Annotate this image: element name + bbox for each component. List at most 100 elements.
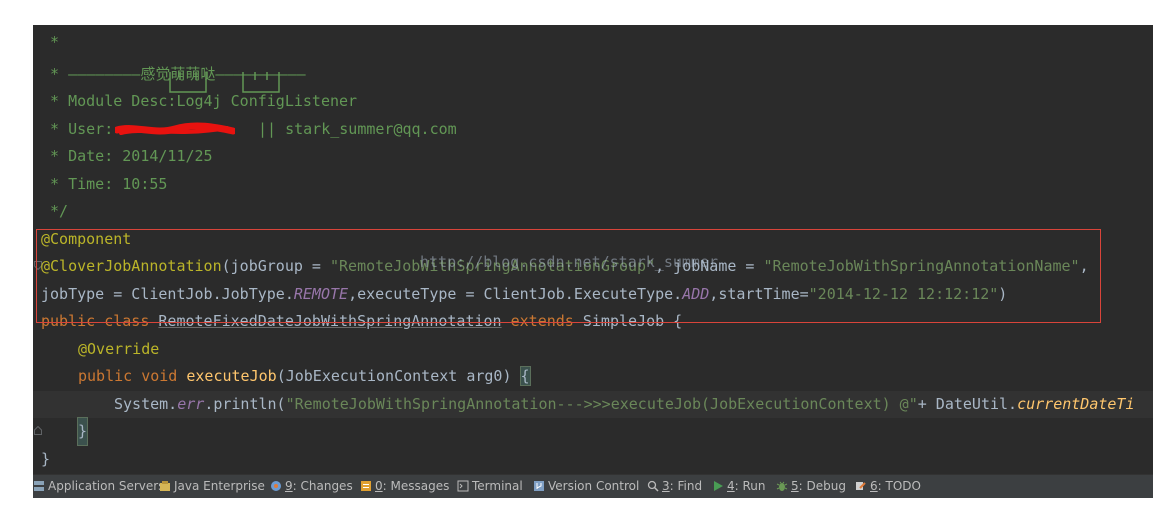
tool-window-run[interactable]: 4: Run [712, 475, 766, 498]
brace: } [41, 450, 51, 468]
comment-text: * ————————感觉萌萌哒—————————— [41, 65, 306, 83]
brace: { [673, 312, 683, 330]
method-name[interactable]: executeJob [186, 367, 276, 385]
tool-window-label: : Changes [292, 479, 353, 493]
code-line: public void executeJob(JobExecutionConte… [33, 363, 1153, 435]
code-line: @Component [33, 226, 1153, 253]
comment-text: * User: [41, 120, 114, 138]
tool-window-bar: Application Servers Java Enterprise 9: C… [33, 474, 1153, 498]
tool-window-version-control[interactable]: Version Control [533, 475, 639, 498]
class-name[interactable]: RemoteFixedDateJobWithSpringAnnotation [158, 312, 501, 330]
keyword: extends [510, 312, 574, 330]
code-line: * Date: 2014/11/25 [33, 143, 1153, 170]
fold-icon[interactable] [34, 372, 42, 435]
tool-window-todo[interactable]: 6: TODO [855, 475, 921, 498]
code-text: .println( [204, 395, 286, 413]
tool-window-label: Terminal [472, 479, 523, 493]
todo-icon [855, 477, 867, 490]
annotation-args-line: jobType = ClientJob.JobType.REMOTE,execu… [41, 281, 1007, 308]
tool-window-terminal[interactable]: Terminal [457, 475, 523, 498]
code-text: , [1079, 257, 1089, 275]
code-text: + DateUtil. [917, 395, 1018, 413]
code-text: (JobExecutionContext arg0) [276, 367, 521, 385]
class-declaration: public class RemoteFixedDateJobWithSprin… [41, 308, 682, 335]
terminal-icon [457, 477, 469, 492]
ascii-art-box [241, 25, 295, 93]
string-literal: "RemoteJobWithSpringAnnotation--->>>exec… [285, 395, 918, 413]
code-text: jobType = ClientJob.JobType. [41, 285, 294, 303]
enum-constant: ADD [682, 285, 710, 303]
server-icon [33, 477, 45, 491]
keyword: public [41, 312, 96, 330]
mnemonic: 4 [727, 479, 735, 493]
brace-match: { [519, 366, 531, 386]
watermark: http://blog.csdn.net/stark_summer [420, 253, 719, 271]
run-icon [712, 477, 724, 491]
static-method-call: currentDateTi [1017, 395, 1135, 413]
tool-window-label: Application Servers [48, 479, 165, 493]
comment-text: * Module Desc:Log4j ConfigListener [41, 92, 358, 110]
mnemonic: 9 [285, 479, 293, 493]
code-text: ,executeType = ClientJob.ExecuteType. [348, 285, 683, 303]
code-line: * ————————感觉萌萌哒—————————— [33, 61, 1153, 88]
code-text: (jobGroup = [221, 257, 330, 275]
keyword: void [141, 367, 178, 385]
code-line: */ [33, 198, 1153, 270]
code-line: @Override [33, 336, 1153, 363]
tool-window-changes[interactable]: 9: Changes [270, 475, 353, 498]
code-line: jobType = ClientJob.JobType.REMOTE,execu… [33, 281, 1153, 308]
tool-window-application-servers[interactable]: Application Servers [33, 475, 164, 498]
comment-text: * [41, 33, 60, 51]
code-line: * Module Desc:Log4j ConfigListener [33, 88, 1153, 115]
code-line: * Time: 10:55 [33, 171, 1153, 198]
annotation-override: @Override [78, 340, 160, 358]
tool-window-label: : Run [734, 479, 766, 493]
code-line: public class RemoteFixedDateJobWithSprin… [33, 308, 1153, 335]
comment-text: */ [41, 202, 69, 220]
method-declaration: public void executeJob(JobExecutionConte… [78, 363, 531, 390]
code-line: * [33, 29, 1153, 93]
string-literal: "2014-12-12 12:12:12" [808, 285, 999, 303]
tool-window-label: Version Control [548, 479, 640, 493]
mnemonic: 5 [791, 479, 799, 493]
mnemonic: 6 [870, 479, 878, 493]
code-text: System. [114, 395, 178, 413]
comment-text: * Time: 10:55 [41, 175, 168, 193]
comment-text: * Date: 2014/11/25 [41, 147, 213, 165]
tool-window-label: : Messages [382, 479, 450, 493]
code-line-current: System.err.println("RemoteJobWithSpringA… [33, 391, 1153, 418]
comment-email: || stark_summer@qq.com [258, 120, 457, 138]
code-line: } [33, 417, 1153, 446]
tool-window-label: Java Enterprise [174, 479, 265, 493]
redaction-scribble [113, 121, 237, 143]
string-literal: "RemoteJobWithSpringAnnotationName" [763, 257, 1080, 275]
code-editor[interactable]: * * ————————感觉萌萌哒—————————— * Module Des… [33, 25, 1153, 474]
enum-constant: REMOTE [293, 285, 349, 303]
brace-match: } [76, 417, 89, 446]
super-class-name[interactable]: SimpleJob [583, 312, 664, 330]
changes-icon [270, 477, 282, 491]
statement: System.err.println("RemoteJobWithSpringA… [114, 391, 1135, 418]
debug-icon [776, 477, 788, 491]
mnemonic: 0 [375, 479, 383, 493]
code-text: ,startTime= [709, 285, 809, 303]
tool-window-debug[interactable]: 5: Debug [776, 475, 846, 498]
keyword: public [78, 367, 133, 385]
search-icon [647, 477, 659, 492]
ascii-art-box [168, 25, 222, 93]
code-line: } [33, 446, 1153, 473]
fold-icon[interactable] [34, 427, 42, 436]
code-text: ) [998, 285, 1008, 303]
tool-window-messages[interactable]: 0: Messages [360, 475, 449, 498]
tool-window-label: : TODO [877, 479, 921, 493]
mnemonic: 3 [662, 479, 670, 493]
tool-window-label: : Debug [798, 479, 846, 493]
tool-window-java-enterprise[interactable]: Java Enterprise [159, 475, 265, 498]
java-enterprise-icon [159, 477, 171, 491]
messages-icon [360, 477, 372, 491]
tool-window-label: : Find [669, 479, 703, 493]
tool-window-find[interactable]: 3: Find [647, 475, 702, 498]
annotation-clover: @CloverJobAnnotation [41, 257, 222, 275]
annotation-component: @Component [41, 230, 132, 248]
static-field: err [177, 395, 205, 413]
